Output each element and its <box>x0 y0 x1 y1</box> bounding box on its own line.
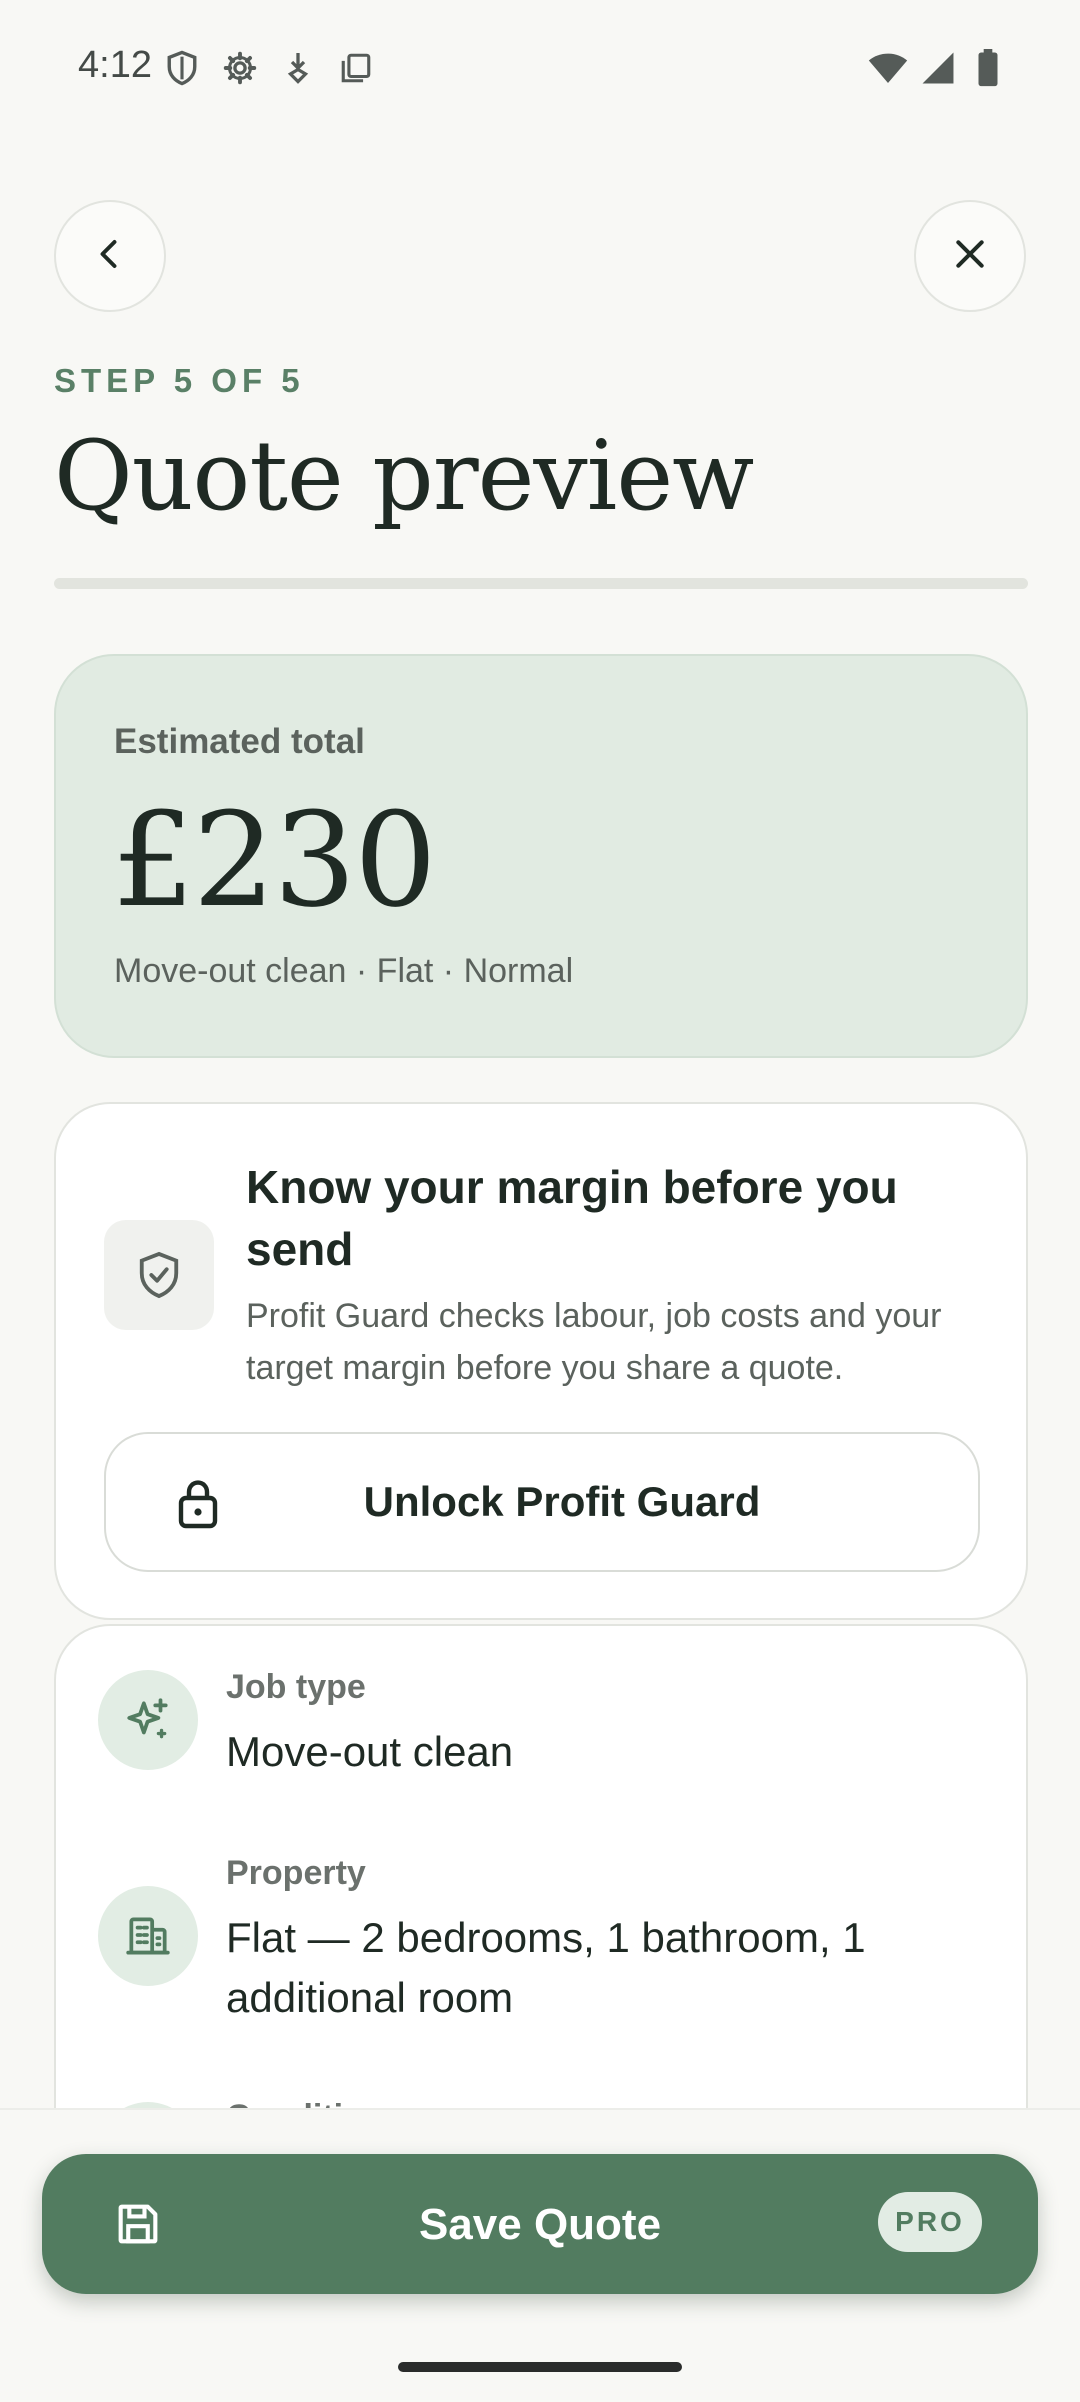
job-type-value: Move-out clean <box>226 1728 514 1775</box>
home-indicator[interactable] <box>398 2362 682 2372</box>
close-button[interactable] <box>914 200 1026 312</box>
unlock-profit-guard-label: Unlock Profit Guard <box>363 1478 761 1525</box>
estimated-total-card: Estimated total £230 Move-out clean · Fl… <box>54 654 1028 1058</box>
property-value: Flat — 2 bedrooms, 1 bathroom, 1 additio… <box>226 1914 866 2021</box>
estimated-total-label: Estimated total <box>114 722 365 761</box>
battery-icon <box>968 48 1008 88</box>
gear-icon <box>220 48 260 88</box>
status-bar: 4:12 <box>0 0 1080 136</box>
status-system-icons <box>868 48 1008 88</box>
profit-guard-title: Know your margin before you send <box>246 1161 898 1275</box>
shield-check-icon <box>104 1220 214 1330</box>
copy-icon <box>336 48 376 88</box>
page-title: Quote preview <box>54 420 754 532</box>
signal-icon <box>918 48 958 88</box>
building-icon <box>98 1886 198 1986</box>
close-icon <box>950 234 990 279</box>
download-icon <box>278 48 318 88</box>
wifi-icon <box>868 48 908 88</box>
pro-badge: PRO <box>878 2192 982 2252</box>
property-label: Property <box>226 1854 366 1892</box>
estimated-total-amount: £230 <box>112 784 437 936</box>
back-button[interactable] <box>54 200 166 312</box>
chevron-left-icon <box>92 236 128 277</box>
status-time: 4:12 <box>78 44 152 86</box>
progress-bar <box>54 578 1028 589</box>
unlock-profit-guard-button[interactable]: Unlock Profit Guard <box>104 1432 980 1572</box>
step-indicator: STEP 5 OF 5 <box>54 362 305 399</box>
status-notification-icons <box>162 48 376 88</box>
job-type-label: Job type <box>226 1668 366 1706</box>
progress-fill <box>54 578 1028 589</box>
profit-guard-card: Know your margin before you send Profit … <box>54 1102 1028 1620</box>
shield-icon <box>162 48 202 88</box>
save-quote-button[interactable]: Save Quote PRO <box>42 2154 1038 2294</box>
sparkle-icon <box>98 1670 198 1770</box>
estimated-total-summary: Move-out clean · Flat · Normal <box>114 952 574 990</box>
profit-guard-description: Profit Guard checks labour, job costs an… <box>246 1297 942 1387</box>
